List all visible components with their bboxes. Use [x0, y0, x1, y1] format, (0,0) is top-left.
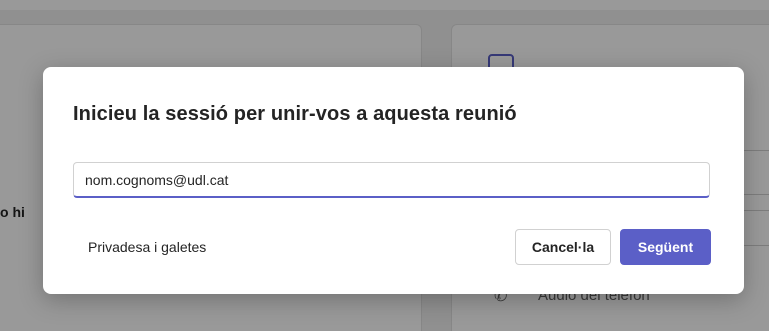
sign-in-dialog: Inicieu la sessió per unir-vos a aquesta… — [43, 67, 744, 294]
email-field[interactable] — [73, 162, 710, 198]
privacy-cookies-link[interactable]: Privadesa i galetes — [88, 239, 206, 255]
teams-prejoin-screen: o hi · · · · · · · · · · ✆ Àudio del tel… — [0, 0, 769, 331]
dialog-title: Inicieu la sessió per unir-vos a aquesta… — [73, 103, 517, 125]
next-button[interactable]: Següent — [620, 229, 711, 265]
cancel-button[interactable]: Cancel·la — [515, 229, 611, 265]
